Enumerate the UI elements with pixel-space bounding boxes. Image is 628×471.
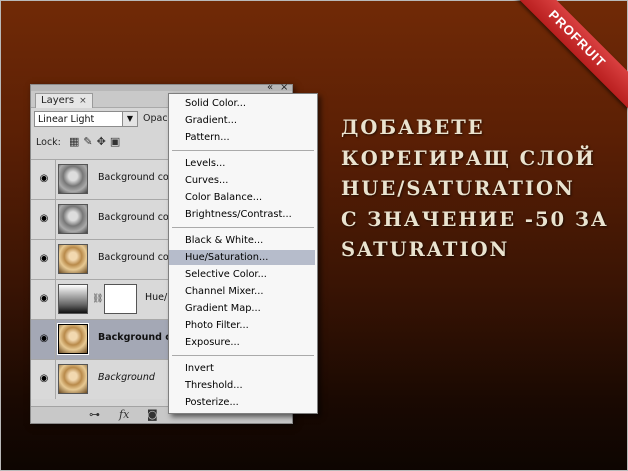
lock-image-icon[interactable]: ✎ bbox=[83, 135, 96, 148]
adjustment-layer-menu: Solid Color... Gradient... Pattern... Level… bbox=[168, 93, 318, 414]
menu-separator bbox=[172, 355, 314, 356]
menu-item[interactable]: Channel Mixer... bbox=[185, 286, 264, 298]
eye-icon[interactable]: ◉ bbox=[36, 332, 52, 346]
headline-line-3: HUE/SATURATION bbox=[341, 177, 575, 200]
layer-name[interactable]: Background c bbox=[98, 332, 171, 343]
menu-item[interactable]: Photo Filter... bbox=[185, 320, 249, 332]
layer-name[interactable]: Background co bbox=[98, 172, 169, 183]
eye-icon[interactable]: ◉ bbox=[36, 172, 52, 186]
eye-icon[interactable]: ◉ bbox=[36, 252, 52, 266]
menu-separator bbox=[172, 150, 314, 151]
row-divider bbox=[55, 240, 56, 279]
chevron-down-icon[interactable]: ▼ bbox=[122, 112, 137, 126]
menu-item[interactable]: Solid Color... bbox=[185, 98, 246, 110]
blend-mode-select[interactable]: Linear Light ▼ bbox=[34, 111, 138, 127]
menu-item[interactable]: Invert bbox=[185, 363, 214, 375]
layer-thumbnail[interactable] bbox=[57, 323, 89, 355]
layer-name[interactable]: Hue/ bbox=[145, 292, 167, 303]
instruction-headline: ДОБАВЕТЕ КОРЕГИРАЩ СЛОЙ HUE/SATURATION С… bbox=[341, 113, 611, 266]
menu-item[interactable]: Color Balance... bbox=[185, 192, 262, 204]
link-layers-icon[interactable]: ⊶ bbox=[89, 408, 100, 421]
layer-thumbnail[interactable] bbox=[58, 244, 88, 274]
layer-name[interactable]: Background co bbox=[98, 252, 169, 263]
eye-icon[interactable]: ◉ bbox=[36, 212, 52, 226]
menu-item[interactable]: Gradient Map... bbox=[185, 303, 261, 315]
row-divider bbox=[55, 200, 56, 239]
layer-thumbnail[interactable] bbox=[58, 164, 88, 194]
menu-item[interactable]: Gradient... bbox=[185, 115, 237, 127]
mask-link-icon[interactable]: ⛓ bbox=[92, 294, 103, 304]
row-divider bbox=[55, 160, 56, 199]
layer-thumbnail[interactable] bbox=[58, 364, 88, 394]
add-mask-icon[interactable]: ◙ bbox=[147, 408, 158, 421]
menu-item[interactable]: Threshold... bbox=[185, 380, 243, 392]
lock-icons: ▦✎✥▣ bbox=[69, 135, 124, 148]
tab-close-icon[interactable]: × bbox=[79, 96, 87, 106]
layer-thumbnail[interactable] bbox=[58, 284, 88, 314]
lock-all-icon[interactable]: ▣ bbox=[110, 135, 124, 148]
lock-label: Lock: bbox=[36, 137, 61, 148]
blend-mode-value: Linear Light bbox=[38, 114, 95, 125]
menu-item[interactable]: Curves... bbox=[185, 175, 228, 187]
row-divider bbox=[55, 280, 56, 319]
menu-item[interactable]: Posterize... bbox=[185, 397, 239, 409]
opacity-label: Opac bbox=[143, 113, 168, 124]
lock-position-icon[interactable]: ✥ bbox=[97, 135, 110, 148]
eye-icon[interactable]: ◉ bbox=[36, 292, 52, 306]
headline-line-1: ДОБАВЕТЕ bbox=[341, 116, 485, 139]
menu-item[interactable]: Exposure... bbox=[185, 337, 240, 349]
menu-item[interactable]: Black & White... bbox=[185, 235, 263, 247]
tab-layers-label: Layers bbox=[41, 95, 75, 106]
headline-line-4: С ЗНАЧЕНИЕ -50 ЗА bbox=[341, 207, 609, 231]
row-divider bbox=[55, 320, 56, 359]
tab-layers[interactable]: Layers × bbox=[35, 93, 93, 108]
layer-name[interactable]: Background bbox=[98, 372, 155, 383]
headline-line-2: КОРЕГИРАЩ СЛОЙ bbox=[341, 146, 596, 170]
layer-mask-thumbnail[interactable] bbox=[104, 284, 137, 314]
menu-item[interactable]: Levels... bbox=[185, 158, 225, 170]
ribbon-label: PROFRUIT bbox=[508, 0, 628, 109]
slide: PROFRUIT ДОБАВЕТЕ КОРЕГИРАЩ СЛОЙ HUE/SAT… bbox=[0, 0, 628, 471]
row-divider bbox=[55, 360, 56, 399]
menu-item[interactable]: Pattern... bbox=[185, 132, 230, 144]
menu-item[interactable]: Hue/Saturation... bbox=[169, 250, 315, 265]
layer-name[interactable]: Background co bbox=[98, 212, 169, 223]
menu-separator bbox=[172, 227, 314, 228]
layer-thumbnail[interactable] bbox=[58, 204, 88, 234]
corner-ribbon: PROFRUIT bbox=[508, 0, 628, 120]
menu-item[interactable]: Selective Color... bbox=[185, 269, 267, 281]
headline-line-5: SATURATION bbox=[341, 238, 510, 261]
fx-icon[interactable]: fx bbox=[119, 408, 129, 421]
menu-item[interactable]: Brightness/Contrast... bbox=[185, 209, 292, 221]
lock-transparent-icon[interactable]: ▦ bbox=[69, 135, 83, 148]
eye-icon[interactable]: ◉ bbox=[36, 372, 52, 386]
